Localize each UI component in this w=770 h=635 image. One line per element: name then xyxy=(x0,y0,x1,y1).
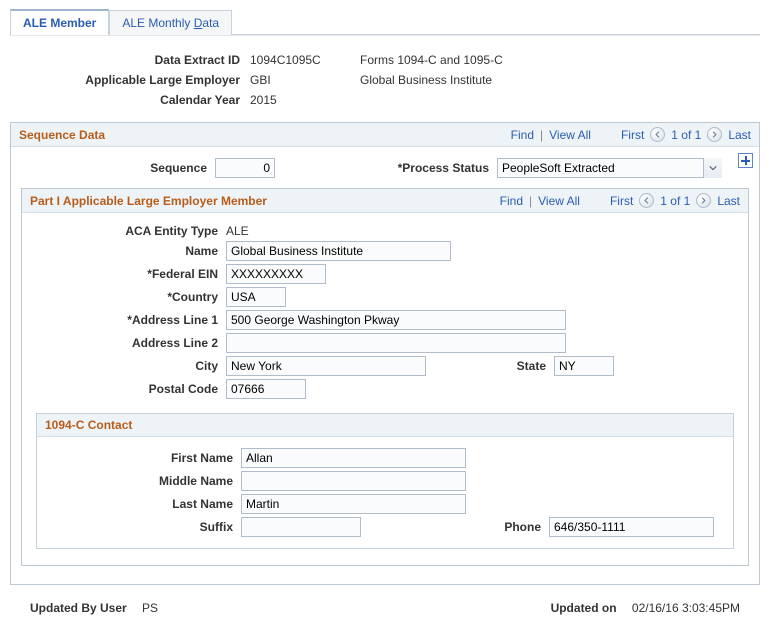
view-all-link[interactable]: View All xyxy=(538,194,580,208)
first-name-label: First Name xyxy=(47,451,237,465)
contact-group: 1094-C Contact First Name Middle Name xyxy=(36,413,734,549)
chevron-left-icon xyxy=(643,197,650,204)
sequence-title: Sequence Data xyxy=(19,128,105,142)
updated-by-value: PS xyxy=(142,601,158,615)
extract-id-value: 1094C1095C xyxy=(250,53,350,67)
sequence-scroll-nav: Find | View All First 1 of 1 Last xyxy=(511,127,751,142)
city-label: City xyxy=(32,359,222,373)
tab-ale-monthly-data[interactable]: ALE Monthly Data xyxy=(109,10,232,35)
prev-button[interactable] xyxy=(650,127,665,142)
sequence-data-group: Sequence Data Find | View All First 1 of… xyxy=(10,122,760,585)
tab-label-post: ata xyxy=(202,16,219,30)
add-row-button[interactable] xyxy=(738,153,753,168)
part1-title: Part I Applicable Large Employer Member xyxy=(30,194,267,208)
first-link[interactable]: First xyxy=(610,194,633,208)
tab-strip: ALE Member ALE Monthly Data xyxy=(10,8,760,35)
phone-label: Phone xyxy=(415,520,545,534)
updated-on-value: 02/16/16 3:03:45PM xyxy=(632,601,740,615)
postal-label: Postal Code xyxy=(32,382,222,396)
tab-label-pre: ALE Monthly xyxy=(122,16,193,30)
country-label: *Country xyxy=(32,290,222,304)
phone-input[interactable] xyxy=(549,517,714,537)
name-input[interactable] xyxy=(226,241,451,261)
state-label: State xyxy=(450,359,550,373)
addr1-label: *Address Line 1 xyxy=(32,313,222,327)
tab-ale-member[interactable]: ALE Member xyxy=(10,9,109,35)
middle-name-label: Middle Name xyxy=(47,474,237,488)
chevron-right-icon xyxy=(700,197,707,204)
chevron-right-icon xyxy=(711,131,718,138)
sequence-label: Sequence xyxy=(21,161,211,175)
last-link[interactable]: Last xyxy=(717,194,740,208)
last-name-input[interactable] xyxy=(241,494,466,514)
year-label: Calendar Year xyxy=(10,93,240,107)
last-name-label: Last Name xyxy=(47,497,237,511)
state-input[interactable] xyxy=(554,356,614,376)
name-label: Name xyxy=(32,244,222,258)
first-name-input[interactable] xyxy=(241,448,466,468)
entity-type-label: ACA Entity Type xyxy=(32,224,222,238)
updated-on-label: Updated on xyxy=(551,601,617,615)
find-link[interactable]: Find xyxy=(500,194,523,208)
sequence-input[interactable] xyxy=(215,158,275,178)
employer-desc: Global Business Institute xyxy=(360,73,760,87)
suffix-input[interactable] xyxy=(241,517,361,537)
postal-input[interactable] xyxy=(226,379,306,399)
year-value: 2015 xyxy=(250,93,350,107)
addr2-input[interactable] xyxy=(226,333,566,353)
suffix-label: Suffix xyxy=(47,520,237,534)
fein-label: *Federal EIN xyxy=(32,267,222,281)
entity-type-value: ALE xyxy=(226,224,439,238)
extract-id-label: Data Extract ID xyxy=(10,53,240,67)
part1-group: Part I Applicable Large Employer Member … xyxy=(21,188,749,566)
employer-id: GBI xyxy=(250,73,350,87)
next-button[interactable] xyxy=(707,127,722,142)
header-section: Data Extract ID 1094C1095C Forms 1094-C … xyxy=(10,50,760,110)
next-button[interactable] xyxy=(696,193,711,208)
updated-by-label: Updated By User xyxy=(30,601,127,615)
process-status-select[interactable]: PeopleSoft Extracted xyxy=(497,158,722,178)
process-status-label: *Process Status xyxy=(383,161,493,175)
city-input[interactable] xyxy=(226,356,426,376)
addr2-label: Address Line 2 xyxy=(32,336,222,350)
part1-scroll-nav: Find | View All First 1 of 1 Last xyxy=(500,193,740,208)
tab-label: ALE Member xyxy=(23,16,96,30)
first-link[interactable]: First xyxy=(621,128,644,142)
find-link[interactable]: Find xyxy=(511,128,534,142)
last-link[interactable]: Last xyxy=(728,128,751,142)
fein-input[interactable] xyxy=(226,264,326,284)
nav-position[interactable]: 1 of 1 xyxy=(671,128,701,142)
country-input[interactable] xyxy=(226,287,286,307)
employer-label: Applicable Large Employer xyxy=(10,73,240,87)
audit-footer: Updated By User PS Updated on 02/16/16 3… xyxy=(10,591,760,615)
nav-position[interactable]: 1 of 1 xyxy=(660,194,690,208)
view-all-link[interactable]: View All xyxy=(549,128,591,142)
chevron-left-icon xyxy=(654,131,661,138)
extract-id-desc: Forms 1094-C and 1095-C xyxy=(360,53,760,67)
contact-title: 1094-C Contact xyxy=(37,414,733,437)
addr1-input[interactable] xyxy=(226,310,566,330)
prev-button[interactable] xyxy=(639,193,654,208)
middle-name-input[interactable] xyxy=(241,471,466,491)
